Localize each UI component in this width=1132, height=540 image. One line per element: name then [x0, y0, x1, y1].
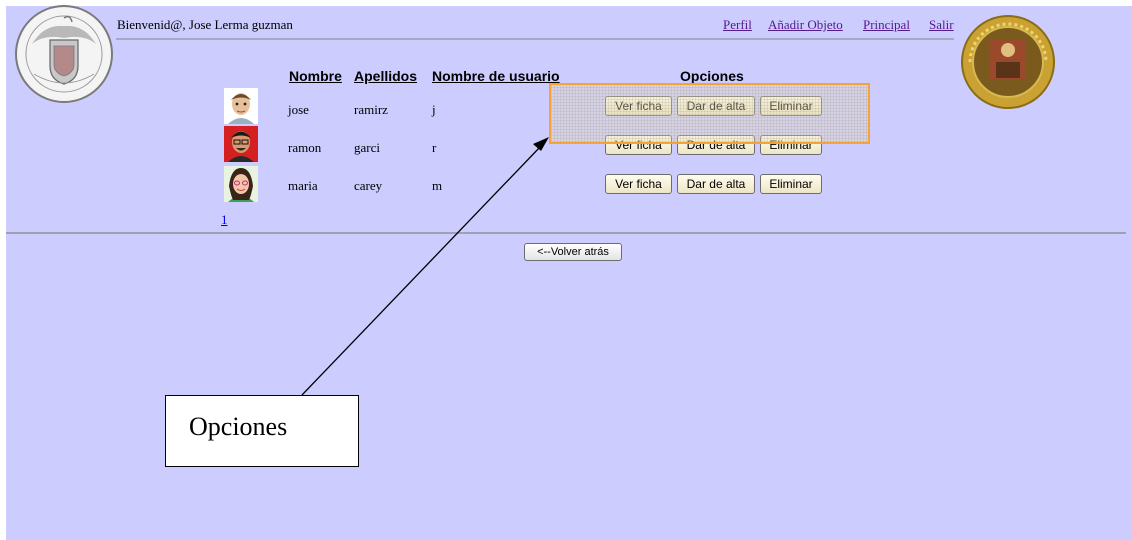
welcome-message: Bienvenid@, Jose Lerma guzman	[117, 17, 293, 32]
university-seal-left-icon	[15, 5, 113, 103]
cell-nombre: maria	[288, 178, 318, 193]
nav-link-principal[interactable]: Principal	[863, 17, 910, 33]
column-header-nombre: Nombre	[289, 68, 342, 84]
cell-usuario: r	[432, 140, 437, 155]
ver-ficha-button[interactable]: Ver ficha	[605, 135, 672, 155]
column-header-apellidos: Apellidos	[354, 68, 418, 84]
cell-apellidos: ramirz	[354, 102, 388, 117]
dar-de-alta-button[interactable]: Dar de alta	[677, 96, 755, 116]
eliminar-button[interactable]: Eliminar	[760, 96, 822, 116]
nav-link-salir[interactable]: Salir	[929, 17, 954, 33]
back-button[interactable]: <--Volver atrás	[524, 243, 622, 261]
pagination-page-link[interactable]: 1	[221, 212, 228, 228]
university-seal-right-icon	[961, 15, 1055, 109]
column-header-usuario: Nombre de usuario	[432, 68, 560, 84]
header-divider	[116, 38, 954, 40]
cell-usuario: j	[432, 102, 436, 117]
nav-link-perfil[interactable]: Perfil	[723, 17, 752, 33]
ver-ficha-button[interactable]: Ver ficha	[605, 174, 672, 194]
cell-usuario: m	[432, 178, 443, 193]
avatar-icon	[224, 88, 258, 124]
eliminar-button[interactable]: Eliminar	[760, 135, 822, 155]
dar-de-alta-button[interactable]: Dar de alta	[677, 174, 755, 194]
section-divider	[6, 232, 1126, 234]
cell-nombre: ramon	[288, 140, 322, 155]
eliminar-button[interactable]: Eliminar	[760, 174, 822, 194]
dar-de-alta-button[interactable]: Dar de alta	[677, 135, 755, 155]
avatar-icon	[224, 166, 258, 202]
callout-label-box: Opciones	[165, 395, 359, 467]
cell-nombre: jose	[288, 102, 309, 117]
avatar-icon	[224, 126, 258, 162]
nav-link-anadir-objeto[interactable]: Añadir Objeto	[768, 17, 843, 33]
callout-label: Opciones	[189, 412, 288, 441]
cell-apellidos: garci	[354, 140, 380, 155]
ver-ficha-button[interactable]: Ver ficha	[605, 96, 672, 116]
column-header-opciones: Opciones	[680, 68, 744, 84]
cell-apellidos: carey	[354, 178, 383, 193]
